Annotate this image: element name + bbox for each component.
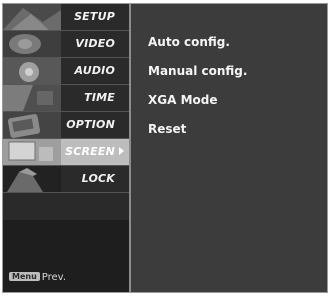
lock-image-icon [3,166,61,192]
screen-submenu: Auto config. Manual config. XGA Mode Res… [148,28,247,144]
menu-item-label: SETUP [74,10,115,23]
menu-item-lock[interactable]: LOCK [3,166,129,193]
option-image-icon [3,112,61,138]
menu-item-label: VIDEO [75,37,115,50]
menu-key-badge: Menu [9,272,40,281]
menu-item-audio[interactable]: AUDIO [3,58,129,85]
main-menu-sidebar: SETUP VIDEO AUDIO TIME OPTION SCREEN LOC… [3,4,131,292]
menu-item-label: TIME [84,91,115,104]
submenu-item-reset[interactable]: Reset [148,115,247,144]
menu-item-time[interactable]: TIME [3,85,129,112]
menu-item-label: OPTION [66,118,115,131]
setup-image-icon [3,4,61,30]
menu-item-screen[interactable]: SCREEN [3,139,129,166]
audio-image-icon [3,58,61,84]
submenu-item-xga-mode[interactable]: XGA Mode [148,86,247,115]
menu-item-option[interactable]: OPTION [3,112,129,139]
menu-item-label: LOCK [81,172,115,185]
screen-image-icon [3,139,61,165]
menu-item-label: AUDIO [74,64,115,77]
prev-hint[interactable]: Menu Prev. [9,272,66,283]
prev-label: Prev. [41,272,66,283]
menu-item-video[interactable]: VIDEO [3,31,129,58]
submenu-item-auto-config[interactable]: Auto config. [148,28,247,57]
menu-item-label: SCREEN [65,145,115,158]
chevron-right-icon [119,147,124,155]
time-image-icon [3,85,61,111]
osd-menu-window: SETUP VIDEO AUDIO TIME OPTION SCREEN LOC… [2,3,328,293]
video-image-icon [3,31,61,57]
menu-item-setup[interactable]: SETUP [3,4,129,31]
submenu-item-manual-config[interactable]: Manual config. [148,57,247,86]
